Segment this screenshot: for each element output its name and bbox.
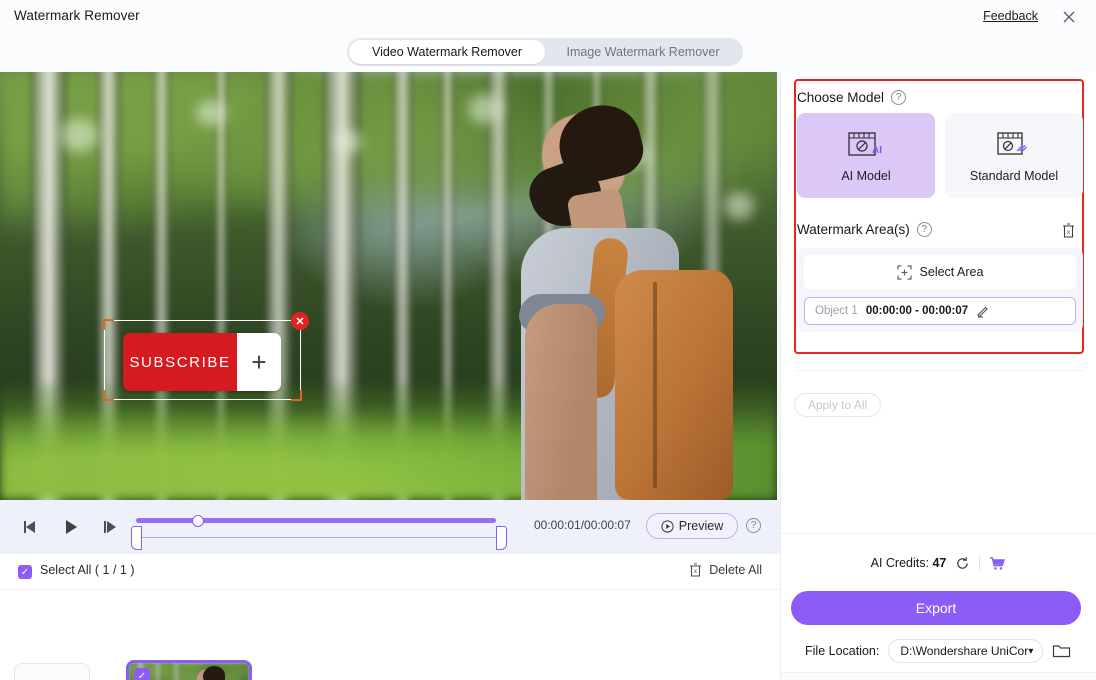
- model-option-ai[interactable]: AI AI Model: [797, 113, 935, 198]
- thumbnail-checkbox[interactable]: ✓: [134, 668, 150, 680]
- watermark-object-time-range: 00:00:00 - 00:00:07: [865, 305, 969, 317]
- svg-text:x: x: [1067, 230, 1070, 236]
- select-area-icon: [896, 264, 912, 280]
- add-media-button[interactable]: +: [14, 663, 90, 680]
- trim-range-line: [136, 537, 496, 539]
- timeline-track[interactable]: [136, 518, 496, 523]
- model-option-standard[interactable]: Standard Model: [945, 113, 1083, 198]
- resize-handle-bottom-right[interactable]: [291, 390, 302, 401]
- select-all-label: Select All ( 1 / 1 ): [40, 563, 135, 577]
- choose-model-header: Choose Model ?: [797, 90, 907, 105]
- panel-divider-bottom: [781, 533, 1096, 534]
- preview-button[interactable]: Preview: [646, 513, 738, 539]
- tab-video-watermark-remover[interactable]: Video Watermark Remover: [349, 40, 545, 64]
- timeline-slider[interactable]: [130, 510, 507, 550]
- watermark-object-row[interactable]: Object 1 00:00:00 - 00:00:07: [804, 297, 1076, 325]
- credits-divider: [979, 555, 981, 571]
- watermark-areas-header: Watermark Area(s) ?: [797, 222, 932, 237]
- watermark-areas-box: Select Area Object 1 00:00:00 - 00:00:07: [797, 248, 1083, 332]
- watermark-areas-help-icon[interactable]: ?: [916, 222, 932, 237]
- folder-icon[interactable]: [1052, 643, 1071, 659]
- ai-credits-text: AI Credits:: [870, 556, 929, 570]
- apply-to-all-button[interactable]: Apply to All: [794, 393, 881, 417]
- select-all-checkbox[interactable]: ✓: [18, 565, 32, 579]
- page-title: Watermark Remover: [14, 8, 140, 23]
- trim-handle-left[interactable]: [131, 526, 142, 550]
- delete-all-button[interactable]: x Delete All: [688, 562, 762, 578]
- mode-tab-group: Video Watermark Remover Image Watermark …: [347, 38, 743, 66]
- feedback-link[interactable]: Feedback: [983, 9, 1038, 23]
- refresh-icon[interactable]: [955, 556, 970, 571]
- media-thumbnail-item[interactable]: ✓: [126, 660, 252, 680]
- export-button[interactable]: Export: [791, 591, 1081, 625]
- ai-credits-value: 47: [932, 556, 947, 570]
- trash-icon: x: [688, 562, 703, 578]
- model-option-standard-label: Standard Model: [969, 169, 1059, 183]
- file-location-value: D:\Wondershare UniCor: [900, 644, 1029, 658]
- play-icon[interactable]: [58, 514, 84, 540]
- preview-play-icon: [661, 519, 674, 533]
- mode-tabbar: Video Watermark Remover Image Watermark …: [0, 33, 1096, 72]
- timeline-playhead[interactable]: [192, 514, 204, 527]
- watermark-remover-window: Watermark Remover Feedback Video Waterma…: [0, 0, 1096, 680]
- select-area-label: Select Area: [919, 265, 984, 279]
- next-frame-icon[interactable]: [98, 514, 124, 540]
- svg-text:AI: AI: [872, 145, 882, 156]
- video-frame-image: [0, 72, 777, 500]
- remove-selection-icon[interactable]: ✕: [291, 312, 309, 330]
- file-location-select[interactable]: D:\Wondershare UniCor ▾: [888, 639, 1044, 663]
- person-in-video: [447, 72, 737, 500]
- standard-model-icon: [993, 128, 1035, 162]
- panel-divider-top: [797, 370, 1083, 371]
- preview-help-icon[interactable]: ?: [746, 518, 761, 533]
- title-bar: Watermark Remover Feedback: [0, 0, 1096, 33]
- choose-model-help-icon[interactable]: ?: [891, 90, 907, 105]
- previous-frame-icon[interactable]: [18, 514, 44, 540]
- svg-text:x: x: [694, 569, 697, 575]
- model-options: AI AI Model Standard Model: [797, 113, 1083, 198]
- close-icon[interactable]: [1060, 8, 1078, 26]
- trim-handle-right[interactable]: [496, 526, 507, 550]
- watermark-areas-title: Watermark Area(s): [797, 222, 910, 237]
- ai-credits-row: AI Credits: 47: [781, 552, 1096, 574]
- resize-handle-top-left[interactable]: [103, 319, 114, 330]
- preview-button-label: Preview: [678, 519, 724, 533]
- media-thumbnail-strip: + ‹ ✓: [0, 589, 780, 680]
- subscribe-label: SUBSCRIBE: [123, 333, 237, 391]
- subscribe-watermark: SUBSCRIBE +: [123, 333, 281, 391]
- tab-image-watermark-remover[interactable]: Image Watermark Remover: [545, 40, 741, 64]
- model-option-ai-label: AI Model: [841, 169, 891, 183]
- file-location-row: File Location: D:\Wondershare UniCor ▾: [781, 637, 1096, 665]
- resize-handle-bottom-left[interactable]: [103, 390, 114, 401]
- ai-model-icon: AI: [845, 128, 887, 162]
- delete-areas-icon[interactable]: x: [1060, 221, 1077, 239]
- file-location-label: File Location:: [805, 644, 880, 658]
- video-preview[interactable]: ✕ SUBSCRIBE +: [0, 72, 777, 500]
- watermark-selection-box[interactable]: ✕ SUBSCRIBE +: [103, 312, 309, 401]
- ai-credits-label: AI Credits: 47: [871, 556, 947, 570]
- subscribe-plus-label: +: [237, 333, 281, 391]
- edit-pencil-icon[interactable]: [976, 304, 990, 318]
- media-toolbar: ✓ Select All ( 1 / 1 ) x Delete All: [0, 554, 780, 589]
- chevron-down-icon: ▾: [1028, 645, 1034, 657]
- watermark-object-name: Object 1: [815, 305, 858, 317]
- choose-model-title: Choose Model: [797, 90, 885, 105]
- shopping-cart-icon[interactable]: [989, 556, 1006, 571]
- select-area-button[interactable]: Select Area: [804, 255, 1076, 289]
- delete-all-label: Delete All: [709, 563, 762, 577]
- time-display: 00:00:01/00:00:07: [534, 518, 631, 532]
- panel-bottom-strip: [781, 672, 1096, 680]
- editor-left-pane: ✕ SUBSCRIBE + 00:00:01/00:00:07 Preview …: [0, 72, 780, 680]
- playback-controls: 00:00:01/00:00:07 Preview ?: [0, 500, 780, 554]
